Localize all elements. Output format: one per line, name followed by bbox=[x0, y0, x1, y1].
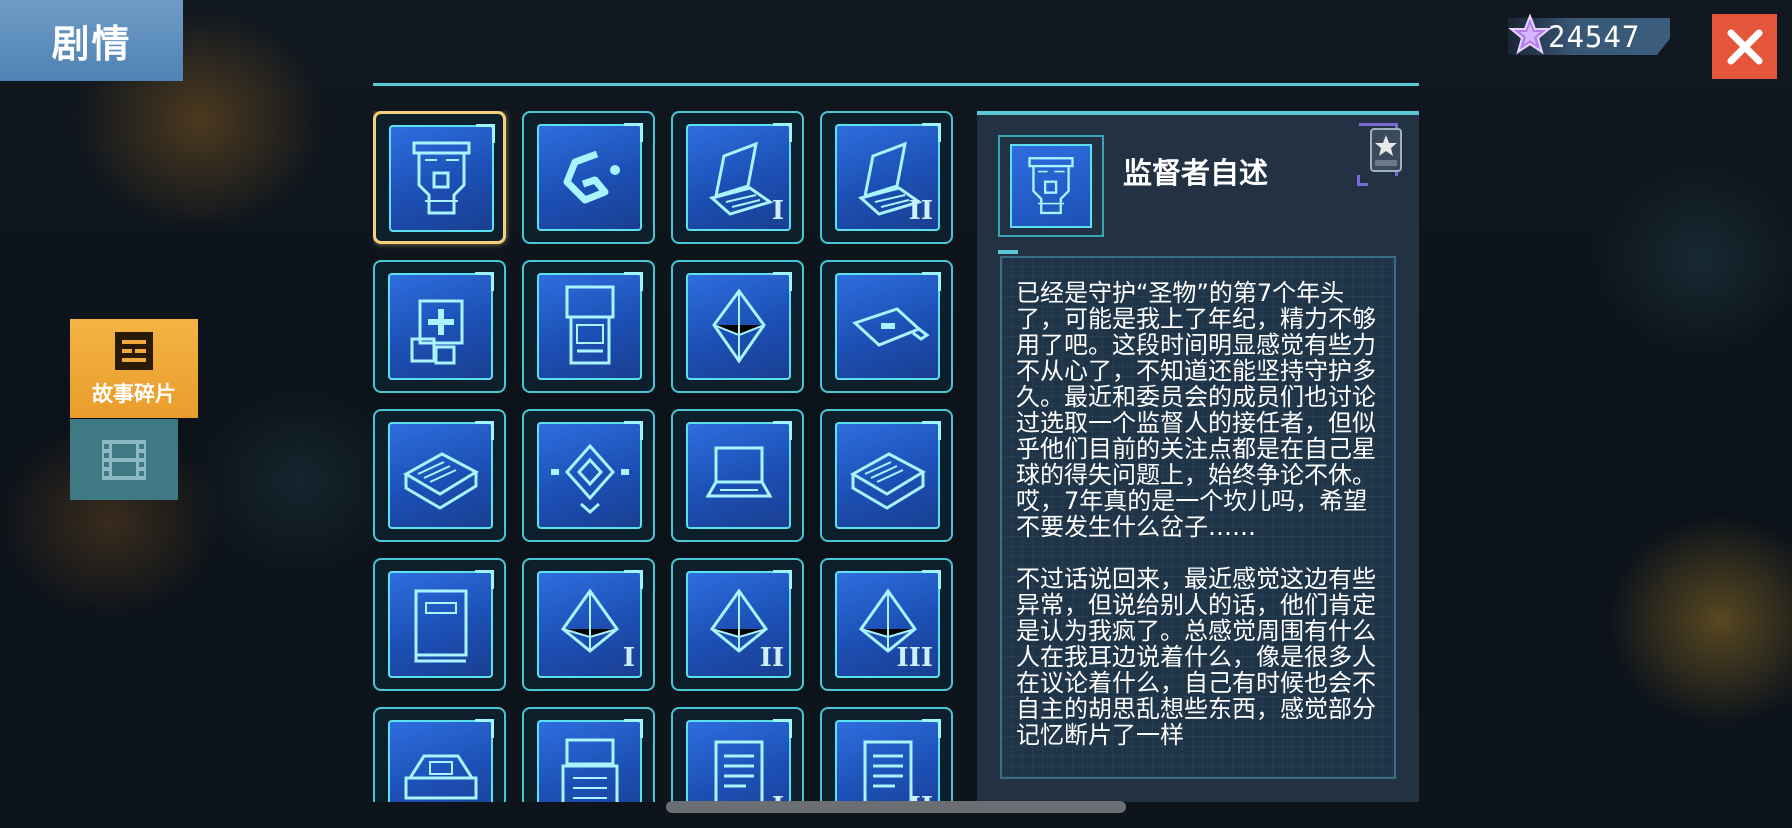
corner-accent bbox=[1357, 175, 1368, 186]
usb-drive-icon bbox=[852, 307, 930, 347]
fragment-card[interactable] bbox=[373, 409, 506, 542]
header-divider bbox=[373, 83, 1419, 86]
story-text-box[interactable]: 已经是守护“圣物”的第7个年头了，可能是我上了年纪，精力不够用了吧。这段时间明显… bbox=[1000, 256, 1396, 779]
purple-star-icon bbox=[1508, 14, 1552, 55]
fragment-card[interactable]: I bbox=[671, 111, 804, 244]
circuit-tower-icon bbox=[412, 141, 471, 215]
close-button[interactable] bbox=[1712, 14, 1777, 79]
fragment-card[interactable] bbox=[373, 111, 506, 244]
fragment-card[interactable] bbox=[522, 260, 655, 393]
roman-numeral: I bbox=[771, 196, 784, 226]
tab-story-fragments[interactable]: 故事碎片 bbox=[70, 319, 198, 418]
book-icon bbox=[849, 452, 927, 510]
fragment-card[interactable]: II bbox=[671, 558, 804, 691]
circuit-tower-icon bbox=[1028, 157, 1074, 215]
roman-numeral: I bbox=[622, 643, 635, 673]
roman-numeral: II bbox=[759, 643, 784, 673]
notebook-icon bbox=[414, 589, 468, 663]
g-logo-icon bbox=[563, 150, 620, 204]
fragment-card[interactable] bbox=[522, 707, 655, 802]
detail-panel: 监督者自述 已经是守护“圣物”的第7个年头了，可能是我上了年纪，精力不够用了吧。… bbox=[977, 111, 1419, 802]
story-paragraph: 不过话说回来，最近感觉这边有些异常，但说给别人的话，他们肯定是认为我疯了。总感觉… bbox=[1016, 565, 1376, 749]
page-title: 剧情 bbox=[0, 0, 183, 81]
tab-film[interactable] bbox=[70, 419, 178, 500]
console-icon bbox=[404, 754, 478, 800]
fragment-card[interactable] bbox=[671, 409, 804, 542]
document-icon bbox=[714, 740, 764, 802]
roman-numeral: II bbox=[908, 196, 933, 226]
fragment-card[interactable] bbox=[820, 260, 953, 393]
detail-title: 监督者自述 bbox=[1123, 156, 1269, 190]
fragment-card[interactable] bbox=[820, 409, 953, 542]
crystal-icon bbox=[712, 288, 766, 364]
medical-kit-icon bbox=[410, 299, 464, 365]
fragment-card[interactable] bbox=[522, 111, 655, 244]
fragment-card[interactable] bbox=[522, 409, 655, 542]
fragment-card[interactable]: I bbox=[671, 707, 804, 802]
terminal-device-icon bbox=[565, 285, 615, 365]
story-fragments-icon bbox=[115, 331, 153, 370]
close-icon bbox=[1727, 29, 1762, 64]
fragment-card[interactable] bbox=[373, 558, 506, 691]
film-icon bbox=[102, 439, 146, 480]
diamond-emblem-icon bbox=[551, 443, 629, 515]
robot-icon bbox=[561, 738, 619, 802]
text-box-tab bbox=[998, 250, 1018, 254]
fragment-card[interactable]: II bbox=[820, 111, 953, 244]
currency-value: 24547 bbox=[1548, 20, 1641, 54]
fragment-card[interactable]: I bbox=[522, 558, 655, 691]
scrollbar[interactable] bbox=[666, 801, 1126, 813]
detail-item-image bbox=[998, 135, 1104, 237]
tab-story-fragments-label: 故事碎片 bbox=[92, 381, 176, 406]
fragment-card[interactable]: II bbox=[820, 707, 953, 802]
fragment-card[interactable] bbox=[373, 260, 506, 393]
fragment-card[interactable]: III bbox=[820, 558, 953, 691]
fragment-grid[interactable]: IIIIIIIIIIII bbox=[373, 111, 958, 802]
document-icon bbox=[863, 740, 913, 802]
laptop-open-icon bbox=[705, 446, 773, 498]
story-paragraph: 已经是守护“圣物”的第7个年头了，可能是我上了年纪，精力不够用了吧。这段时间明显… bbox=[1016, 279, 1376, 541]
story-text: 已经是守护“圣物”的第7个年头了，可能是我上了年纪，精力不够用了吧。这段时间明显… bbox=[1016, 280, 1378, 774]
book-icon bbox=[402, 452, 480, 510]
star-badge-icon bbox=[1370, 128, 1402, 172]
fragment-card[interactable] bbox=[373, 707, 506, 802]
fragment-card[interactable] bbox=[671, 260, 804, 393]
roman-numeral: III bbox=[896, 643, 934, 673]
